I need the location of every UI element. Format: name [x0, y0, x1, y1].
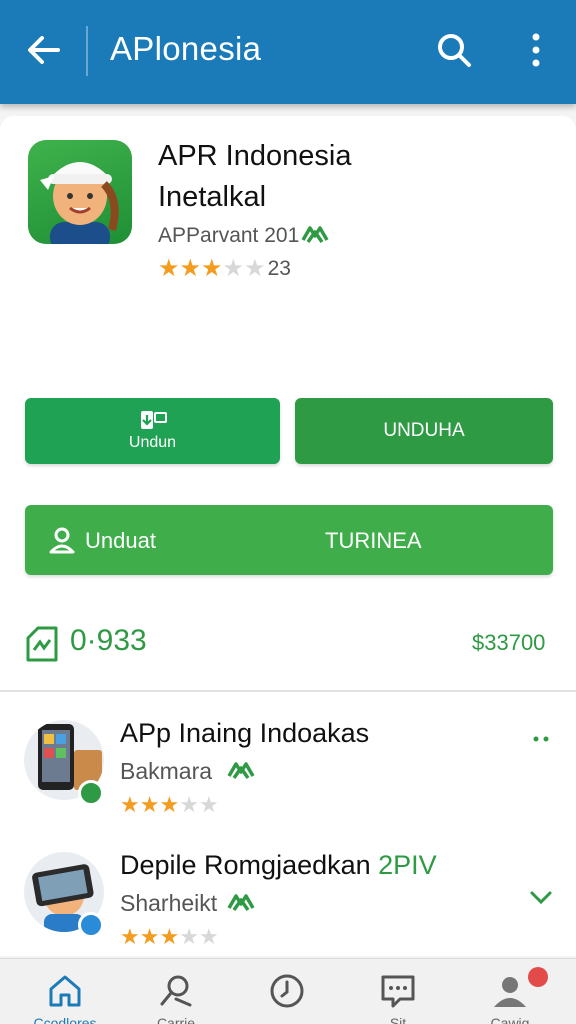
section-divider — [0, 690, 576, 692]
list-item-developer: Sharheikt — [120, 890, 218, 916]
list-item-rating: ★ ★ ★ ★ ★ — [120, 792, 219, 818]
rating-stars: ★★★★★ — [158, 256, 266, 282]
list-item-title: Depile Romgjaedkan 2PIV — [120, 850, 437, 880]
star-filled-icon: ★ — [158, 255, 180, 282]
list-item[interactable]: Depile Romgjaedkan 2PIV Sharheikt ★ ★ ★ ★ ★ — [0, 850, 576, 962]
price-stat: $33700 — [472, 630, 546, 655]
install-button[interactable]: Undun — [25, 398, 280, 464]
star-filled-icon: ★ — [201, 255, 223, 282]
star-empty-icon: ★ — [179, 792, 199, 817]
app-rating: ★★★★★ 23 — [158, 256, 291, 282]
installed-badge — [78, 912, 104, 938]
notification-badge — [528, 967, 548, 987]
nav-item-profile[interactable]: Cawig — [460, 959, 560, 1024]
chevron-down-icon[interactable] — [526, 882, 556, 912]
profile-icon — [494, 977, 526, 1007]
nav-label: Cawig — [490, 1015, 530, 1024]
more-horiz-icon[interactable] — [526, 724, 556, 754]
open-button-secondary-label: TURINEA — [325, 528, 422, 553]
home-icon — [49, 975, 81, 1007]
chat-icon — [381, 975, 415, 1008]
more-vert-icon[interactable] — [524, 30, 548, 70]
install-label: Undun — [128, 434, 177, 451]
bottom-navigation: Ccodlores Carrie Sit Cawig — [0, 958, 576, 1024]
verified-badge-icon — [227, 894, 255, 912]
download-phone-icon — [140, 411, 167, 429]
clock-icon — [270, 974, 304, 1008]
list-item[interactable]: APp Inaing Indoakas Bakmara ★ ★ ★ ★ ★ — [0, 718, 576, 830]
user-icon — [49, 527, 75, 554]
star-filled-icon: ★ — [179, 255, 202, 282]
appbar-divider — [86, 26, 88, 76]
star-filled-icon: ★ — [139, 792, 160, 817]
nav-label: Ccodlores — [33, 1015, 97, 1024]
app-icon — [28, 140, 132, 244]
download-stat: 0·933 — [70, 624, 147, 657]
open-button[interactable]: Unduat TURINEA — [25, 505, 553, 575]
verified-badge-icon — [227, 762, 255, 780]
star-empty-icon: ★ — [198, 792, 219, 817]
nav-item-history[interactable] — [237, 959, 337, 1024]
nav-label: Sit — [389, 1015, 407, 1024]
app-bar: APlonesia — [0, 0, 576, 104]
verified-badge-icon — [301, 226, 329, 244]
star-empty-icon: ★ — [179, 924, 199, 949]
open-button-label: Unduat — [85, 528, 156, 553]
page-title: APlonesia — [110, 30, 262, 67]
star-empty-icon: ★ — [244, 255, 266, 282]
star-filled-icon: ★ — [159, 924, 180, 949]
list-item-developer: Bakmara — [120, 758, 213, 784]
rating-count: 23 — [267, 257, 291, 280]
star-filled-icon: ★ — [159, 792, 180, 817]
download-button[interactable]: UNDUHA — [295, 398, 553, 464]
nav-item-messages[interactable]: Sit — [348, 959, 448, 1024]
star-filled-icon: ★ — [120, 924, 140, 949]
search-icon[interactable] — [434, 30, 474, 70]
arrow-left-icon[interactable] — [22, 28, 66, 72]
nav-item-home[interactable]: Ccodlores — [15, 959, 115, 1024]
list-item-title: APp Inaing Indoakas — [120, 718, 370, 748]
star-empty-icon: ★ — [198, 924, 219, 949]
developer-name[interactable]: APParvant 201 — [158, 224, 299, 248]
star-filled-icon: ★ — [120, 792, 140, 817]
star-empty-icon: ★ — [222, 255, 245, 282]
nav-label: Carrie — [156, 1015, 196, 1024]
installed-badge — [78, 780, 104, 806]
package-icon — [26, 626, 58, 662]
search-icon — [160, 975, 192, 1007]
app-status: Inetalkal — [158, 181, 267, 213]
nav-item-search[interactable]: Carrie — [126, 959, 226, 1024]
app-name: APR Indonesia — [158, 140, 352, 172]
list-item-rating: ★ ★ ★ ★ ★ — [120, 924, 219, 950]
star-filled-icon: ★ — [139, 924, 160, 949]
